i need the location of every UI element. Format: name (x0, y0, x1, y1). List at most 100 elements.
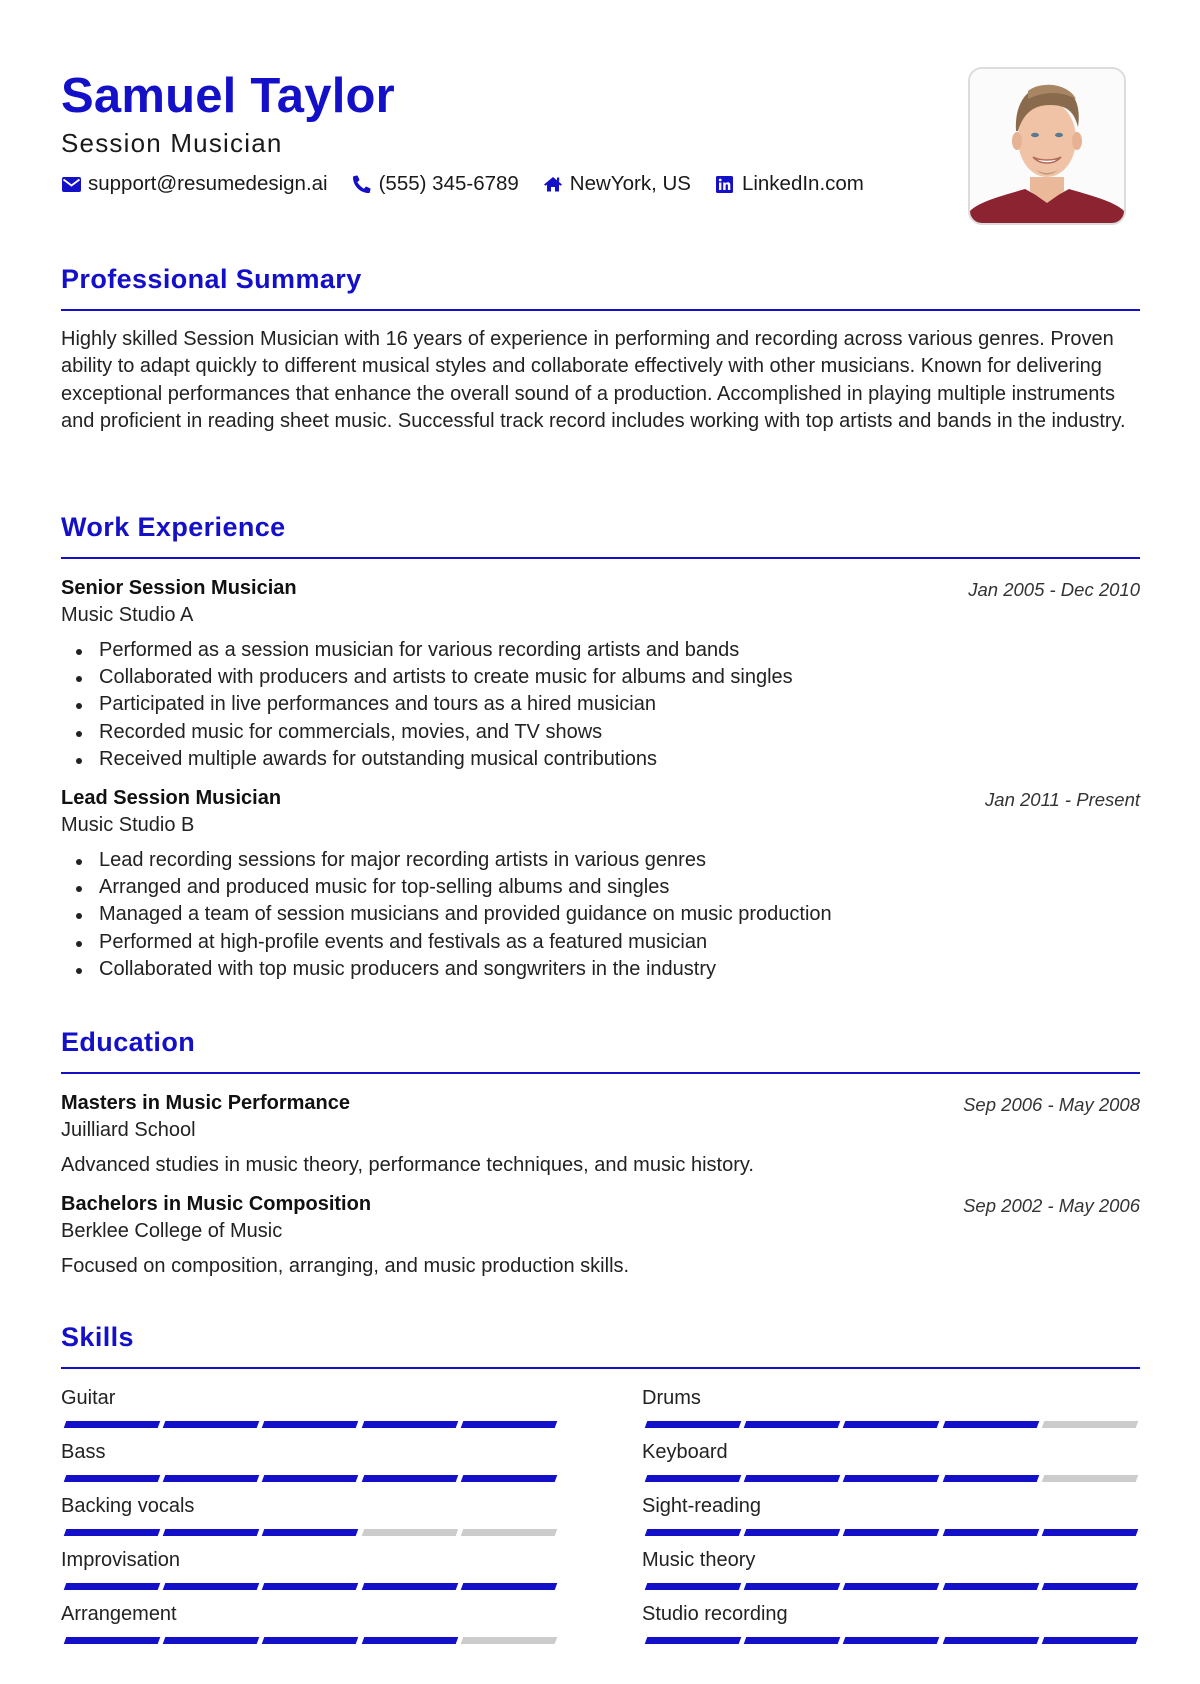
resume-header: Samuel Taylor Session Musician support@r… (61, 0, 1140, 236)
skill-level-bar (642, 1475, 1142, 1483)
skill-segment-filled (63, 1529, 160, 1536)
skill-item: Backing vocals (61, 1493, 561, 1537)
skills-section: Skills Guitar Drums Bass Keyboard Backing vo… (61, 1320, 1140, 1645)
summary-heading: Professional Summary (61, 264, 362, 294)
skill-segment-filled (942, 1529, 1039, 1536)
education-entry: Bachelors in Music Composition Berklee C… (61, 1191, 1140, 1280)
skill-segment-empty (361, 1529, 458, 1536)
skill-segment-filled (460, 1475, 557, 1482)
skill-segment-filled (162, 1637, 260, 1644)
resume-page: Samuel Taylor Session Musician support@r… (61, 0, 1140, 1644)
skill-level-bar (642, 1583, 1142, 1591)
linkedin-icon (715, 174, 735, 194)
skill-item: Sight-reading (642, 1493, 1142, 1537)
skills-grid: Guitar Drums Bass Keyboard Backing vocals Sig… (61, 1385, 1140, 1645)
skill-segment-filled (162, 1421, 260, 1428)
contact-phone[interactable]: (555) 345-6789 (352, 172, 519, 196)
skill-segment-filled (63, 1637, 160, 1644)
portrait-illustration (970, 69, 1124, 223)
job-bullet: Collaborated with top music producers an… (61, 956, 1140, 983)
skill-item: Keyboard (642, 1439, 1142, 1483)
skill-segment-filled (262, 1421, 359, 1428)
summary-section: Professional Summary Highly skilled Sess… (61, 262, 1140, 435)
education-dates: Sep 2006 - May 2008 (963, 1094, 1140, 1115)
skills-heading: Skills (61, 1322, 134, 1352)
skill-segment-filled (843, 1583, 940, 1590)
education-dates: Sep 2002 - May 2006 (963, 1195, 1140, 1216)
skill-segment-filled (361, 1637, 458, 1644)
skill-segment-filled (1041, 1583, 1138, 1590)
skill-name: Backing vocals (61, 1495, 195, 1517)
skill-level-bar (61, 1583, 561, 1591)
skill-item: Guitar (61, 1385, 561, 1429)
skill-name: Improvisation (61, 1549, 180, 1571)
skill-segment-filled (460, 1421, 557, 1428)
skill-item: Bass (61, 1439, 561, 1483)
job-dates: Jan 2011 - Present (985, 789, 1140, 811)
home-icon (543, 174, 563, 194)
experience-entry: Senior Session Musician Music Studio A J… (61, 575, 1140, 773)
skill-item: Drums (642, 1385, 1142, 1429)
experience-entry: Lead Session Musician Music Studio B Jan… (61, 785, 1140, 983)
skill-segment-filled (162, 1583, 260, 1590)
section-divider (61, 557, 1140, 559)
skill-segment-filled (63, 1421, 160, 1428)
skill-segment-filled (843, 1637, 940, 1644)
contact-list: support@resumedesign.ai (555) 345-6789 N… (61, 172, 888, 196)
skill-level-bar (61, 1421, 561, 1429)
job-company: Music Studio A (61, 604, 194, 626)
skill-segment-filled (262, 1583, 359, 1590)
education-heading: Education (61, 1027, 196, 1057)
skill-item: Music theory (642, 1547, 1142, 1591)
section-divider (61, 1367, 1140, 1369)
contact-email[interactable]: support@resumedesign.ai (61, 172, 328, 196)
skill-segment-filled (942, 1583, 1039, 1590)
skill-segment-filled (1041, 1529, 1138, 1536)
skill-segment-filled (942, 1637, 1039, 1644)
education-section: Education Masters in Music Performance J… (61, 1025, 1140, 1280)
skill-segment-empty (460, 1529, 557, 1536)
skill-level-bar (642, 1637, 1142, 1645)
skill-segment-filled (262, 1637, 359, 1644)
skill-segment-filled (460, 1583, 557, 1590)
contact-linkedin[interactable]: LinkedIn.com (715, 172, 864, 196)
skill-name: Arrangement (61, 1603, 177, 1625)
skill-segment-filled (644, 1583, 741, 1590)
job-bullets: Lead recording sessions for major record… (61, 847, 1140, 983)
section-divider (61, 309, 1140, 311)
skill-item: Improvisation (61, 1547, 561, 1591)
job-title: Lead Session Musician (61, 787, 282, 810)
skill-segment-empty (460, 1637, 557, 1644)
skill-segment-filled (262, 1529, 359, 1536)
skill-level-bar (61, 1529, 561, 1537)
job-bullet: Arranged and produced music for top-sell… (61, 874, 1140, 901)
job-bullet: Performed at high-profile events and fes… (61, 929, 1140, 956)
school-name: Berklee College of Music (61, 1220, 283, 1242)
skill-name: Bass (61, 1441, 106, 1463)
skill-level-bar (61, 1475, 561, 1483)
skill-item: Arrangement (61, 1601, 561, 1645)
skill-name: Drums (642, 1387, 701, 1409)
skill-name: Guitar (61, 1387, 116, 1409)
skill-name: Sight-reading (642, 1495, 761, 1517)
contact-email-text: support@resumedesign.ai (88, 172, 328, 195)
skill-name: Studio recording (642, 1603, 788, 1625)
skill-segment-filled (63, 1475, 160, 1482)
contact-location: NewYork, US (543, 172, 691, 196)
skill-segment-filled (361, 1583, 458, 1590)
job-bullets: Performed as a session musician for vari… (61, 637, 1140, 773)
candidate-name: Samuel Taylor (61, 69, 395, 123)
education-description: Focused on composition, arranging, and m… (61, 1255, 630, 1277)
skill-item: Studio recording (642, 1601, 1142, 1645)
skill-segment-filled (644, 1421, 741, 1428)
job-bullet: Performed as a session musician for vari… (61, 637, 1140, 664)
profile-photo (968, 67, 1126, 225)
skill-segment-filled (162, 1529, 260, 1536)
job-dates: Jan 2005 - Dec 2010 (968, 579, 1140, 600)
candidate-role: Session Musician (61, 128, 283, 158)
education-entry: Masters in Music Performance Juilliard S… (61, 1090, 1140, 1179)
skill-segment-filled (843, 1421, 940, 1428)
job-bullet: Recorded music for commercials, movies, … (61, 719, 1140, 746)
skill-segment-filled (63, 1583, 160, 1590)
skill-segment-filled (942, 1475, 1039, 1482)
